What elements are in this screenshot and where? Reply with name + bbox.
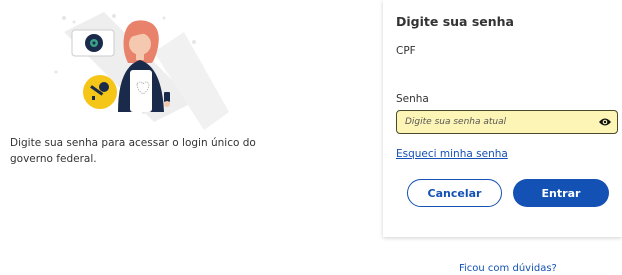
intro-text: Digite sua senha para acessar o login ún… [10, 137, 256, 165]
cancel-button[interactable]: Cancelar [407, 179, 502, 207]
safe-icon [71, 29, 115, 57]
forgot-password-link[interactable]: Esqueci minha senha [396, 148, 508, 160]
card-title: Digite sua senha [396, 14, 514, 29]
cpf-label: CPF [396, 45, 416, 57]
password-field[interactable] [396, 110, 618, 134]
help-link[interactable]: Ficou com dúvidas? [459, 263, 557, 274]
enter-button[interactable]: Entrar [513, 179, 609, 207]
password-label: Senha [396, 93, 429, 105]
eye-icon[interactable] [598, 116, 612, 128]
password-input[interactable] [405, 114, 585, 130]
login-illustration [44, 12, 234, 132]
login-card: Digite sua senha CPF Senha Esqueci minha… [383, 0, 622, 237]
key-icon [83, 75, 117, 109]
